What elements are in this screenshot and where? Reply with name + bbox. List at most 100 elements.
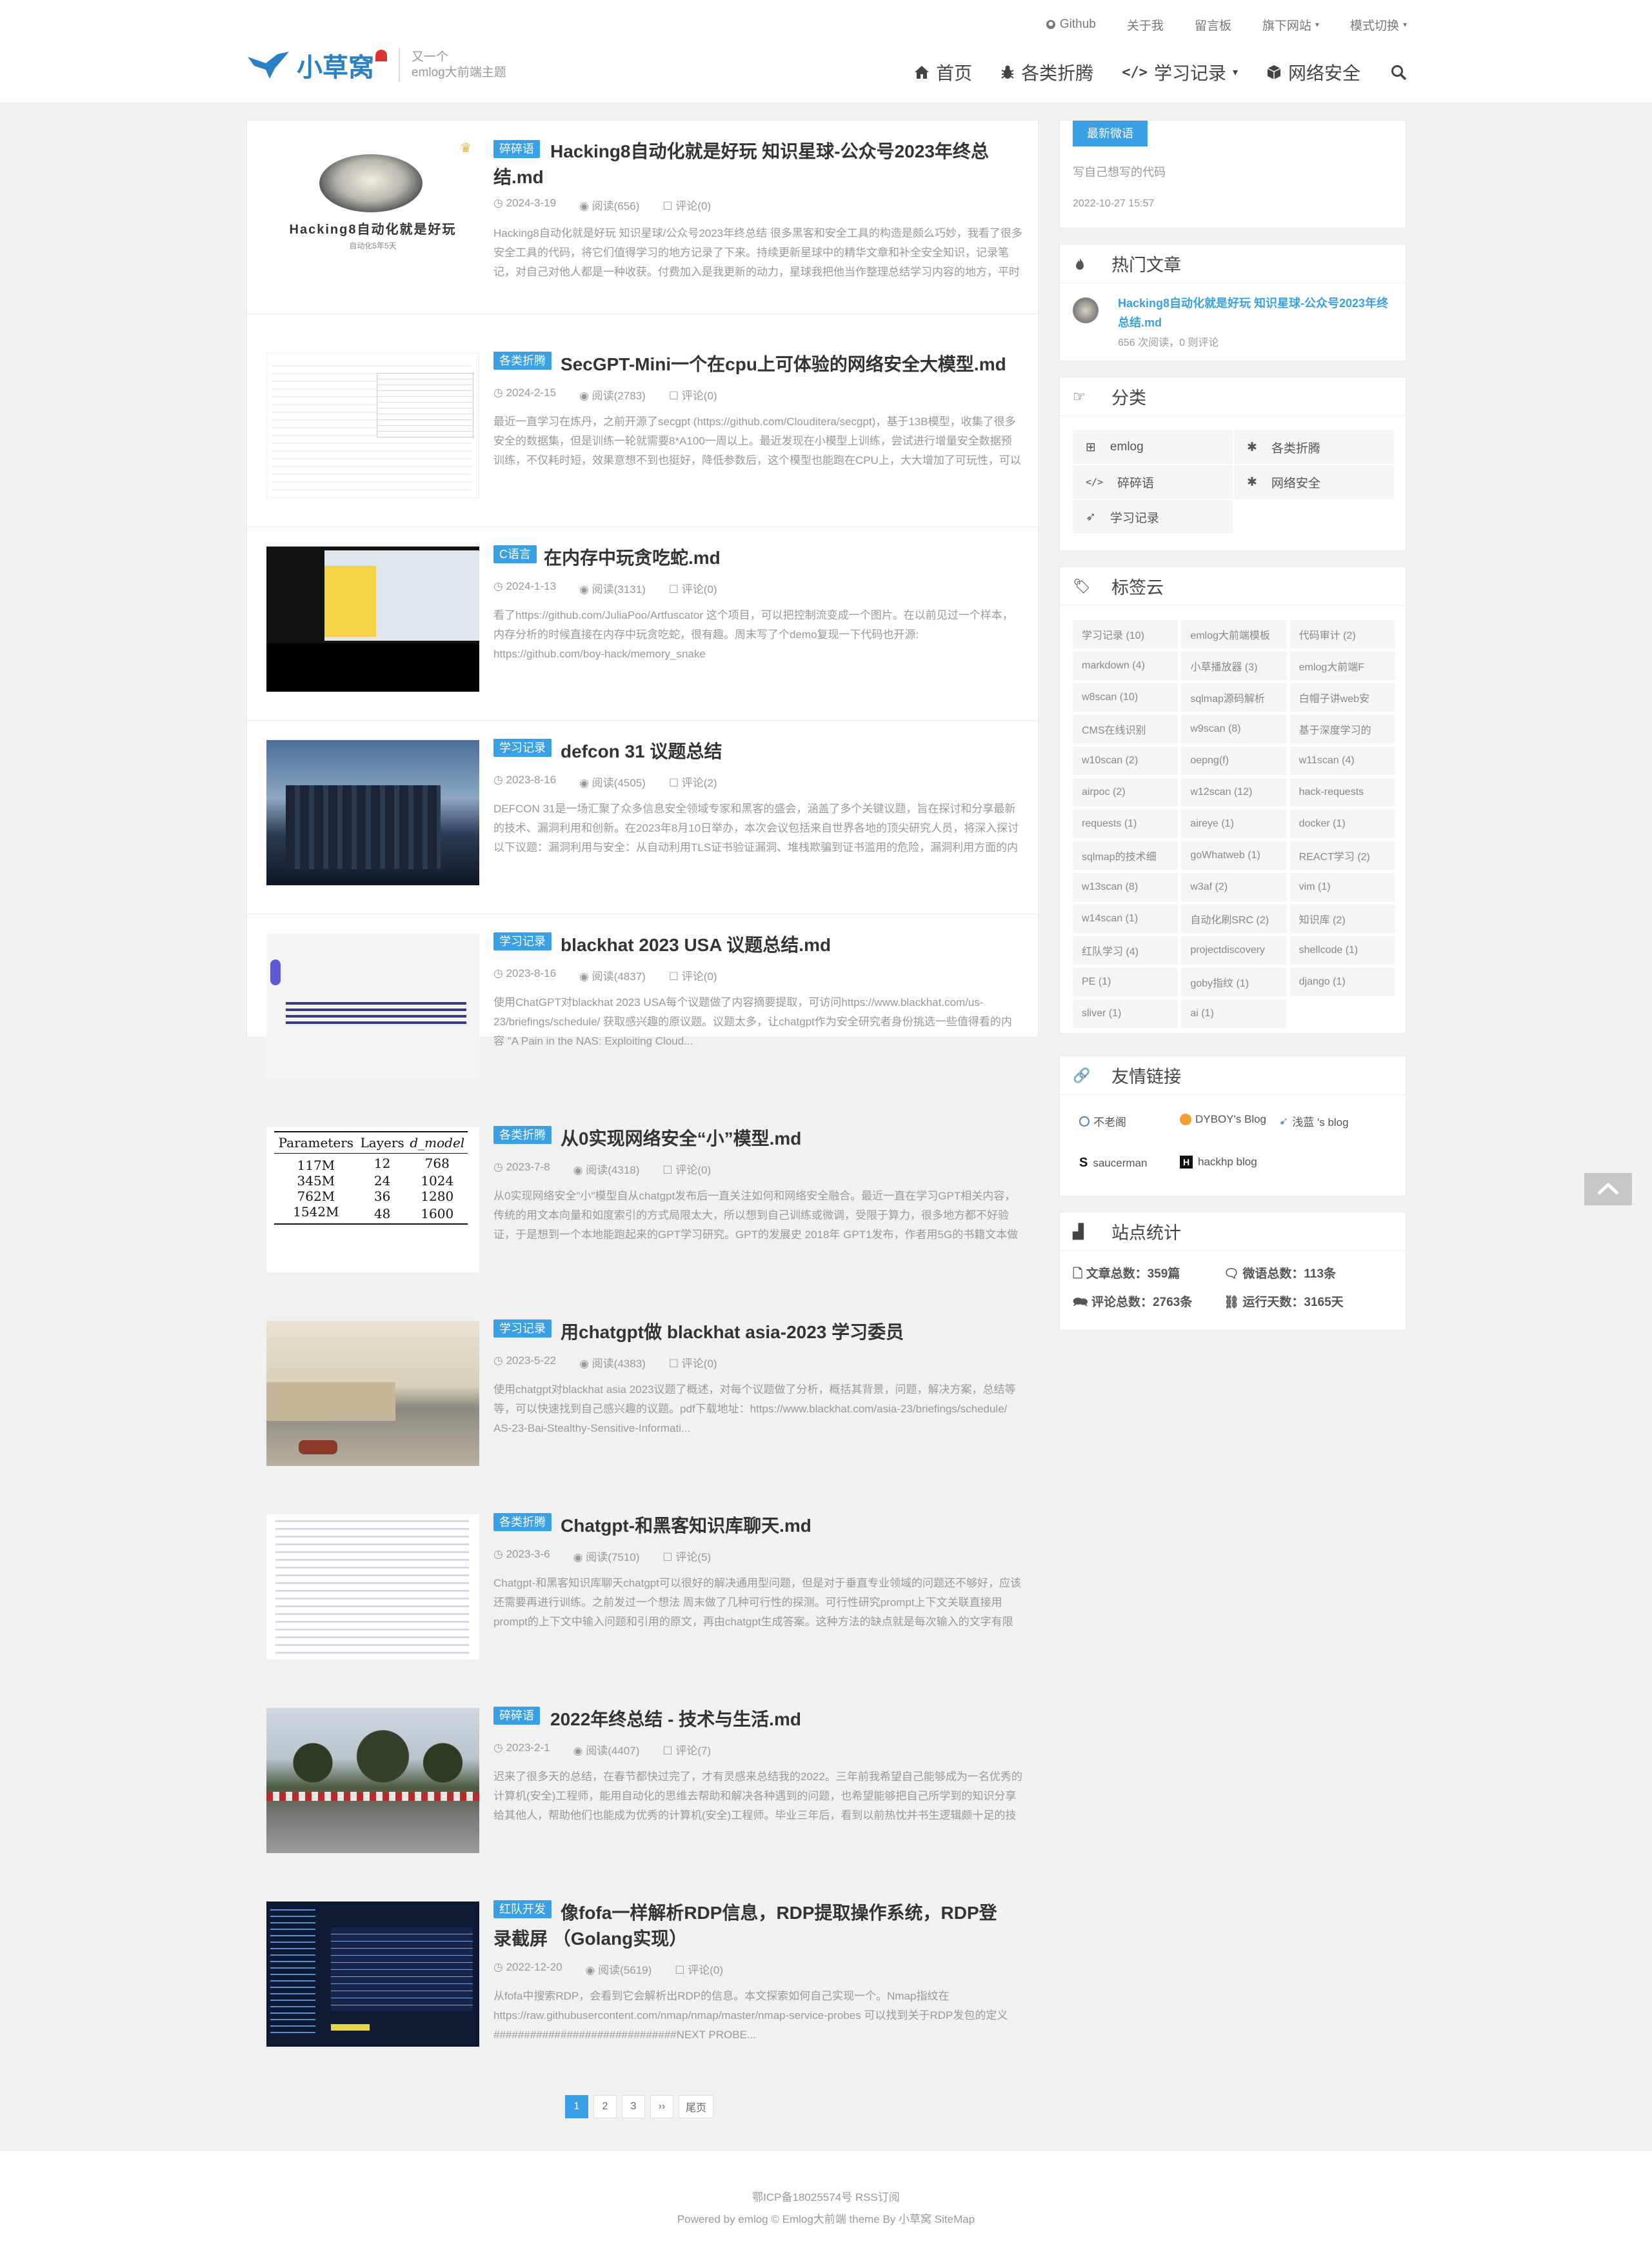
tag-item[interactable]: ai (1) (1181, 999, 1287, 1028)
post-title[interactable]: Chatgpt-和黑客知识库聊天.md (493, 1513, 1010, 1539)
friend-link-saucerman[interactable]: Ssaucerman (1079, 1156, 1147, 1170)
back-to-top-button[interactable] (1584, 1173, 1632, 1205)
post-thumbnail[interactable] (266, 934, 479, 1079)
post-thumbnail[interactable] (266, 1902, 479, 2047)
hot-thumbnail[interactable] (1073, 297, 1099, 323)
tag-item[interactable]: oepng(f) (1181, 747, 1287, 775)
post-comments[interactable]: ☐ 评论(0) (669, 967, 717, 983)
tag-item[interactable]: 知识库 (2) (1289, 905, 1395, 933)
page-1-button[interactable]: 1 (565, 2095, 588, 2118)
post-title[interactable]: 从0实现网络安全“小”模型.md (493, 1126, 1010, 1152)
tag-item[interactable]: markdown (4) (1073, 652, 1179, 680)
footer-powered[interactable]: Powered by emlog © Emlog大前端 theme By 小草窝… (0, 2210, 1652, 2226)
category-security[interactable]: ✱ 网络安全 (1234, 465, 1394, 499)
post-thumbnail[interactable] (266, 740, 479, 885)
friend-link-qianlan[interactable]: ➹ 浅蓝 's blog (1279, 1113, 1349, 1129)
tag-item[interactable]: w12scan (12) (1181, 778, 1287, 807)
nav-study-notes[interactable]: </> 学习记录 ▾ (1108, 57, 1252, 88)
tag-item[interactable]: goWhatweb (1) (1181, 841, 1287, 870)
tag-item[interactable]: emlog大前端F (1289, 652, 1395, 680)
tag-item[interactable]: emlog大前端模板 (1181, 620, 1287, 648)
post-thumbnail[interactable]: Parameters Layers d_model 117M 12 768 345M… (266, 1127, 479, 1272)
post-comments[interactable]: ☐ 评论(0) (669, 1354, 717, 1370)
hot-post-link[interactable]: Hacking8自动化就是好玩 知识星球-公众号2023年终总结.md (1118, 294, 1389, 332)
post-title[interactable]: 在内存中玩贪吃蛇.md (493, 545, 1010, 571)
tag-item[interactable]: goby指纹 (1) (1181, 968, 1287, 996)
topnav-guestbook[interactable]: 留言板 (1179, 13, 1247, 36)
page-3-button[interactable]: 3 (622, 2095, 645, 2118)
tag-item[interactable]: sliver (1) (1073, 999, 1179, 1028)
tag-item[interactable]: vim (1) (1289, 873, 1395, 901)
tag-item[interactable]: django (1) (1289, 968, 1395, 996)
tag-item[interactable]: docker (1) (1289, 810, 1395, 838)
friend-link-bulaoge[interactable]: 不老阁 (1079, 1113, 1126, 1129)
post-thumbnail[interactable] (266, 1708, 479, 1853)
post-comments[interactable]: ☐ 评论(0) (669, 580, 717, 596)
next-page-button[interactable]: ›› (650, 2095, 673, 2118)
topnav-mode[interactable]: 模式切换 ▾ (1335, 13, 1407, 36)
tag-item[interactable]: w8scan (10) (1073, 683, 1179, 712)
tag-item[interactable]: REACT学习 (2) (1289, 841, 1395, 870)
topnav-about[interactable]: 关于我 (1111, 13, 1179, 36)
tag-item[interactable]: shellcode (1) (1289, 936, 1395, 965)
tag-item[interactable]: 基于深度学习的 (1289, 715, 1395, 743)
footer-icp[interactable]: 鄂ICP备18025574号 RSS订阅 (0, 2188, 1652, 2204)
nav-security[interactable]: 网络安全 (1252, 57, 1375, 88)
weibo-badge[interactable]: 最新微语 (1073, 121, 1148, 146)
post-thumbnail[interactable] (266, 1514, 479, 1660)
tag-item[interactable]: w11scan (4) (1289, 747, 1395, 775)
post-title[interactable]: defcon 31 议题总结 (493, 739, 1010, 765)
tag-item[interactable]: w10scan (2) (1073, 747, 1179, 775)
tag-item[interactable]: 白帽子讲web安 (1289, 683, 1395, 712)
post-title[interactable]: 用chatgpt做 blackhat asia-2023 学习委员 (493, 1320, 1010, 1345)
post-comments[interactable]: ☐ 评论(0) (662, 1161, 711, 1177)
tag-item[interactable]: 学习记录 (10) (1073, 620, 1179, 648)
page-2-button[interactable]: 2 (593, 2095, 617, 2118)
category-study-notes[interactable]: ➶ 学习记录 (1073, 500, 1233, 534)
tag-item[interactable]: projectdiscovery (1181, 936, 1287, 965)
search-button[interactable] (1375, 57, 1407, 88)
category-tinkering[interactable]: ✱ 各类折腾 (1234, 430, 1394, 464)
post-title[interactable]: 像fofa一样解析RDP信息，RDP提取操作系统，RDP登录截屏 （Golang… (493, 1900, 1010, 1952)
post-title[interactable]: Hacking8自动化就是好玩 知识星球-公众号2023年终总结.md (493, 139, 1010, 190)
post-comments[interactable]: ☐ 评论(0) (669, 386, 717, 403)
post-thumbnail[interactable] (266, 353, 479, 498)
nav-tinkering[interactable]: 各类折腾 (986, 57, 1108, 88)
post-comments[interactable]: ☐ 评论(7) (662, 1741, 711, 1758)
post-comments[interactable]: ☐ 评论(0) (675, 1961, 723, 1977)
tag-item[interactable]: PE (1) (1073, 968, 1179, 996)
tag-item[interactable]: CMS在线识别 (1073, 715, 1179, 743)
post-comments[interactable]: ☐ 评论(0) (662, 197, 711, 213)
post-comments[interactable]: ☐ 评论(2) (669, 774, 717, 790)
tag-item[interactable]: aireye (1) (1181, 810, 1287, 838)
post-title[interactable]: SecGPT-Mini一个在cpu上可体验的网络安全大模型.md (493, 352, 1010, 377)
topnav-sites[interactable]: 旗下网站 ▾ (1247, 13, 1335, 36)
post-title[interactable]: 2022年终总结 - 技术与生活.md (493, 1707, 1010, 1732)
post-thumbnail[interactable]: Hacking8自动化就是好玩 自动化5年5天 ♛ (266, 140, 479, 285)
tag-item[interactable]: requests (1) (1073, 810, 1179, 838)
tag-item[interactable]: 代码审计 (2) (1289, 620, 1395, 648)
friend-link-hackhp[interactable]: Hhackhp blog (1180, 1156, 1257, 1169)
tag-item[interactable]: sqlmap的技术细 (1073, 841, 1179, 870)
tag-item[interactable]: w13scan (8) (1073, 873, 1179, 901)
tag-item[interactable]: 小草播放器 (3) (1181, 652, 1287, 680)
tag-item[interactable]: w3af (2) (1181, 873, 1287, 901)
tag-item[interactable]: sqlmap源码解析 (1181, 683, 1287, 712)
post-thumbnail[interactable] (266, 547, 479, 692)
friend-link-dyboy[interactable]: DYBOY's Blog (1180, 1113, 1266, 1126)
tag-item[interactable]: 自动化刷SRC (2) (1181, 905, 1287, 933)
tag-item[interactable]: w14scan (1) (1073, 905, 1179, 933)
category-emlog[interactable]: ⊞ emlog (1073, 430, 1233, 464)
post-title[interactable]: blackhat 2023 USA 议题总结.md (493, 932, 1010, 958)
site-logo[interactable]: 小草窝 又一个 emlog大前端主题 (246, 46, 506, 84)
category-rambling[interactable]: </> 碎碎语 (1073, 465, 1233, 499)
tag-item[interactable]: w9scan (8) (1181, 715, 1287, 743)
tag-item[interactable]: hack-requests (1289, 778, 1395, 807)
tag-item[interactable]: airpoc (2) (1073, 778, 1179, 807)
post-thumbnail[interactable] (266, 1321, 479, 1466)
nav-home[interactable]: 首页 (900, 57, 986, 88)
last-page-button[interactable]: 尾页 (679, 2095, 714, 2118)
topnav-github[interactable]: Github (1030, 13, 1111, 36)
post-comments[interactable]: ☐ 评论(5) (662, 1548, 711, 1564)
tag-item[interactable]: 红队学习 (4) (1073, 936, 1179, 965)
